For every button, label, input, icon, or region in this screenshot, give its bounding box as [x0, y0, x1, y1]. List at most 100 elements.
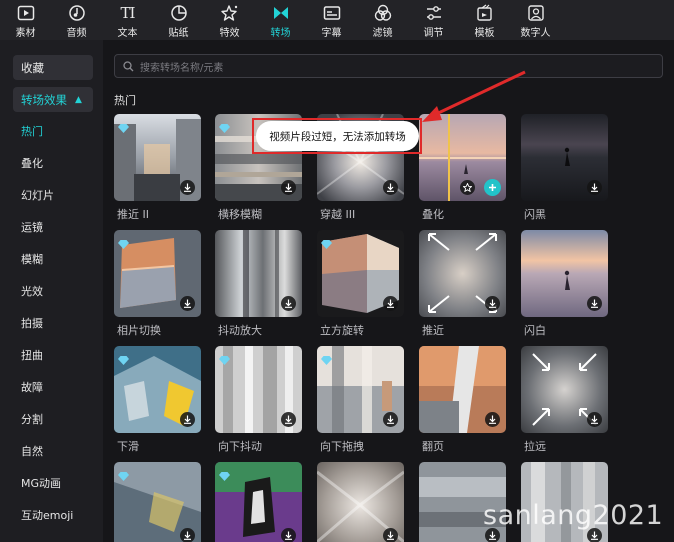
transition-card-shake-down[interactable] [215, 346, 302, 433]
chevron-up-icon: ▲ [75, 94, 82, 105]
download-icon[interactable] [180, 296, 195, 311]
tool-label: 滤镜 [372, 28, 393, 39]
transition-card-push-in-2[interactable] [114, 114, 201, 201]
adjust-icon [425, 4, 443, 22]
sidebar-item-blur[interactable]: 模糊 [21, 251, 43, 267]
sidebar-favorites[interactable]: 收藏 [13, 55, 93, 80]
tool-text[interactable]: TI 文本 [102, 0, 153, 40]
download-icon[interactable] [383, 180, 398, 195]
transition-card-row4-1[interactable] [114, 462, 201, 542]
download-icon[interactable] [587, 412, 602, 427]
card-label: 向下抖动 [218, 440, 262, 453]
tool-label: 调节 [423, 28, 444, 39]
diamond-icon [321, 234, 332, 249]
card-label: 翻页 [422, 440, 444, 453]
effects-icon [220, 4, 239, 22]
transition-card-flash-white[interactable] [521, 230, 608, 317]
search-icon [123, 57, 134, 76]
watermark: sanlang2021 [483, 500, 664, 531]
sidebar-item-split[interactable]: 分割 [21, 411, 43, 427]
tool-label: 字幕 [321, 28, 342, 39]
card-label: 下滑 [117, 440, 139, 453]
card-label: 闪白 [524, 324, 546, 337]
diamond-icon [118, 118, 129, 133]
sidebar-item-camera-move[interactable]: 运镜 [21, 219, 43, 235]
text-icon: TI [119, 4, 137, 22]
transition-card-zoom-out[interactable] [521, 346, 608, 433]
media-icon [17, 4, 35, 22]
download-icon[interactable] [281, 296, 296, 311]
sidebar-item-distort[interactable]: 扭曲 [21, 347, 43, 363]
download-icon[interactable] [281, 528, 296, 542]
sidebar-category-label: 转场效果 [21, 92, 67, 107]
card-label: 穿越 III [320, 208, 356, 221]
tool-sticker[interactable]: 贴纸 [153, 0, 204, 40]
download-icon[interactable] [281, 180, 296, 195]
digital-human-icon [527, 4, 545, 22]
tool-digital-human[interactable]: 数字人 [510, 0, 561, 40]
filter-icon [374, 4, 392, 22]
transition-card-flash-black[interactable] [521, 114, 608, 201]
sticker-icon [170, 4, 188, 22]
tool-label: 贴纸 [168, 28, 189, 39]
download-icon[interactable] [587, 180, 602, 195]
sidebar-item-nature[interactable]: 自然 [21, 443, 43, 459]
tool-label: 文本 [117, 28, 138, 39]
transition-card-slide-down[interactable] [114, 346, 201, 433]
transition-card-page-turn[interactable] [419, 346, 506, 433]
sidebar-item-emoji[interactable]: 互动emoji [21, 507, 73, 523]
download-icon[interactable] [180, 528, 195, 542]
category-sidebar: 收藏 转场效果 ▲ 热门 叠化 幻灯片 运镜 模糊 光效 拍摄 扭曲 故障 分割… [0, 40, 103, 542]
transition-card-push-in[interactable] [419, 230, 506, 317]
transition-card-shake-zoom[interactable] [215, 230, 302, 317]
diamond-icon [118, 350, 129, 365]
tool-template[interactable]: 模板 [459, 0, 510, 40]
diamond-icon [219, 466, 230, 481]
top-toolbar: 素材 音频 TI 文本 贴纸 特效 转场 字幕 滤镜 调节 模板 数字人 [0, 0, 674, 40]
diamond-icon [219, 350, 230, 365]
annotation-highlight-box [252, 118, 422, 154]
sidebar-item-glitch[interactable]: 故障 [21, 379, 43, 395]
card-label: 横移模糊 [218, 208, 262, 221]
tool-label: 特效 [219, 28, 240, 39]
sidebar-item-dissolve[interactable]: 叠化 [21, 155, 43, 171]
tool-effects[interactable]: 特效 [204, 0, 255, 40]
transition-card-row4-2[interactable] [215, 462, 302, 542]
download-icon[interactable] [383, 528, 398, 542]
subtitle-icon [323, 4, 341, 22]
template-icon [476, 4, 494, 22]
sidebar-item-hot[interactable]: 热门 [21, 123, 43, 139]
transition-card-dissolve[interactable] [419, 114, 506, 201]
tool-transition[interactable]: 转场 [255, 0, 306, 40]
tool-subtitle[interactable]: 字幕 [306, 0, 357, 40]
download-icon[interactable] [180, 180, 195, 195]
sidebar-item-light[interactable]: 光效 [21, 283, 43, 299]
download-icon[interactable] [485, 412, 500, 427]
text-icon-glyph: TI [120, 4, 136, 22]
transition-card-drag-down[interactable] [317, 346, 404, 433]
tool-audio[interactable]: 音频 [51, 0, 102, 40]
card-label: 推近 [422, 324, 444, 337]
download-icon[interactable] [180, 412, 195, 427]
transition-card-photo-switch[interactable] [114, 230, 201, 317]
transition-card-row4-3[interactable] [317, 462, 404, 542]
sidebar-item-shooting[interactable]: 拍摄 [21, 315, 43, 331]
card-label: 拉远 [524, 440, 546, 453]
add-icon[interactable] [484, 179, 501, 196]
sidebar-category-transition-effects[interactable]: 转场效果 ▲ [13, 87, 93, 112]
download-icon[interactable] [587, 296, 602, 311]
sidebar-item-mg-animation[interactable]: MG动画 [21, 475, 61, 491]
tool-label: 素材 [15, 28, 36, 39]
star-icon[interactable] [460, 180, 475, 195]
download-icon[interactable] [281, 412, 296, 427]
download-icon[interactable] [383, 296, 398, 311]
search-input[interactable]: 搜索转场名称/元素 [114, 54, 663, 78]
download-icon[interactable] [383, 412, 398, 427]
transition-card-cube-rotate[interactable] [317, 230, 404, 317]
tool-filter[interactable]: 滤镜 [357, 0, 408, 40]
tool-media[interactable]: 素材 [0, 0, 51, 40]
sidebar-item-slideshow[interactable]: 幻灯片 [21, 187, 54, 203]
tool-adjust[interactable]: 调节 [408, 0, 459, 40]
download-icon[interactable] [485, 296, 500, 311]
tool-label: 模板 [474, 28, 495, 39]
